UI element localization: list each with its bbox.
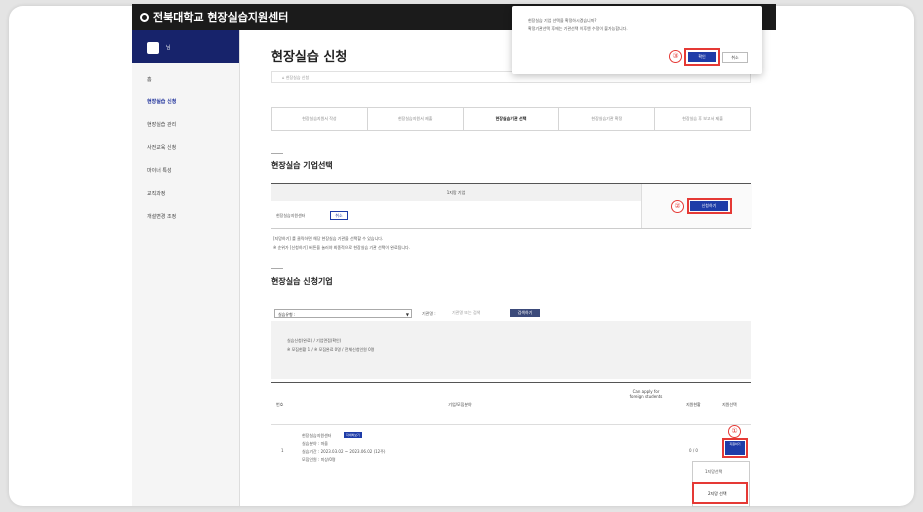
user-avatar-icon bbox=[147, 42, 159, 54]
col-no: 번호 bbox=[276, 402, 284, 407]
marker-3: ③ bbox=[669, 50, 682, 63]
tab-institution-select[interactable]: 현장실습기관 선택 bbox=[463, 108, 560, 130]
row-status: 0 / 0 bbox=[689, 448, 698, 453]
first-choice-header: 1지망 기업 bbox=[271, 184, 641, 201]
search-input[interactable]: 기관명 또는 검색 bbox=[452, 310, 506, 317]
sidebar-item-minor[interactable]: 마이너 특성 bbox=[147, 167, 172, 174]
select-value: 실습유형 : bbox=[278, 312, 296, 317]
search-button[interactable]: 검색하기 bbox=[510, 309, 540, 317]
marker-1: ① bbox=[728, 425, 741, 438]
tab-report-submit[interactable]: 현장실습 후 보고서 제출 bbox=[655, 108, 750, 130]
col-company: 기업/모집분야 bbox=[448, 402, 472, 407]
menu-first-choice[interactable]: 1지망선택 bbox=[705, 469, 722, 475]
dialog-message-2: 확정기관선택 후에는 기관선택 이후엔 수정이 불가능합니다. bbox=[528, 26, 628, 31]
col-status: 지원현황 bbox=[686, 402, 701, 407]
table-top-border bbox=[271, 382, 751, 383]
filter-line-2: ※ 모집현황 1 / ※ 모집완료 0명 / 전체신청인원 0명 bbox=[287, 347, 375, 352]
highlight-choice bbox=[722, 438, 748, 458]
university-logo-icon bbox=[140, 13, 149, 22]
note-2: ※ 순위가 [신청하기] 버튼을 눌러야 최종적으로 현장실습 기관 선택이 완… bbox=[273, 245, 410, 250]
detail-badge[interactable]: 자세히보기 bbox=[344, 432, 362, 438]
practice-type-select[interactable]: 실습유형 : ▼ bbox=[274, 309, 412, 318]
sidebar-item-home[interactable]: 홈 bbox=[147, 76, 152, 83]
row-field: 실습분야 : 마을 bbox=[302, 441, 328, 446]
sidebar-item-manage[interactable]: 현장실습 관리 bbox=[147, 121, 176, 128]
row-company: 현장실습지원센터 bbox=[302, 433, 332, 438]
page-title: 현장실습 신청 bbox=[271, 50, 348, 65]
tab-institution-confirm[interactable]: 현장실습기관 확정 bbox=[559, 108, 656, 130]
tab-application-write[interactable]: 현장실습지원서 작성 bbox=[272, 108, 368, 130]
brand-logo[interactable]: 전북대학교 현장실습지원센터 bbox=[140, 9, 288, 25]
note-1: [지망하기] 를 클릭하면 해당 현장실습 기관을 선택할 수 있습니다. bbox=[273, 236, 384, 241]
tab-application-submit[interactable]: 현장실습지원서 제출 bbox=[368, 108, 464, 130]
cancel-choice-button[interactable]: 취소 bbox=[330, 211, 348, 220]
search-label: 기관명 : bbox=[422, 311, 436, 316]
selected-company: 현장실습지원센터 bbox=[276, 213, 306, 218]
sidebar-item-apply[interactable]: 현장실습 신청 bbox=[147, 98, 176, 105]
sidebar-item-pre-edu[interactable]: 사전교육 신청 bbox=[147, 144, 176, 151]
marker-2: ② bbox=[671, 200, 684, 213]
sidebar-item-change[interactable]: 개설변경 조정 bbox=[147, 213, 176, 220]
filter-line-1: 실습신청(완료) / 기업면접(확인) bbox=[287, 338, 342, 343]
col-choice: 지원선택 bbox=[722, 402, 737, 407]
section2-title: 현장실습 신청기업 bbox=[271, 277, 333, 286]
highlight-confirm bbox=[684, 48, 720, 66]
row-number: 1 bbox=[281, 448, 284, 453]
section-divider-2 bbox=[271, 268, 283, 269]
row-period: 실습기간 : 2023.03.02 ~ 2023.06.02 (12주) bbox=[302, 449, 386, 454]
confirm-dialog bbox=[512, 6, 762, 74]
breadcrumb-label: 현장실습 신청 bbox=[285, 75, 310, 80]
sidebar-item-teaching[interactable]: 교직과정 bbox=[147, 190, 165, 197]
table-header-border bbox=[271, 424, 751, 425]
col-foreign: Can apply for foreign students bbox=[629, 389, 663, 399]
dialog-cancel-button[interactable]: 취소 bbox=[722, 52, 748, 63]
menu-second-choice[interactable]: 2지망 선택 bbox=[708, 491, 727, 497]
section1-title: 현장실습 기업선택 bbox=[271, 161, 333, 170]
user-name: 님 bbox=[166, 45, 171, 51]
chevron-down-icon: ▼ bbox=[405, 312, 409, 317]
highlight-apply bbox=[687, 198, 732, 214]
brand-title: 전북대학교 현장실습지원센터 bbox=[153, 11, 289, 24]
row-capacity: 모집인원 : 미상/0명 bbox=[302, 457, 336, 462]
step-tabs: 현장실습지원서 작성 현장실습지원서 제출 현장실습기관 선택 현장실습기관 확… bbox=[271, 107, 751, 131]
dialog-message-1: 현장실습 기업 선택을 확정하시겠습니까? bbox=[528, 18, 597, 23]
section-divider bbox=[271, 153, 283, 154]
